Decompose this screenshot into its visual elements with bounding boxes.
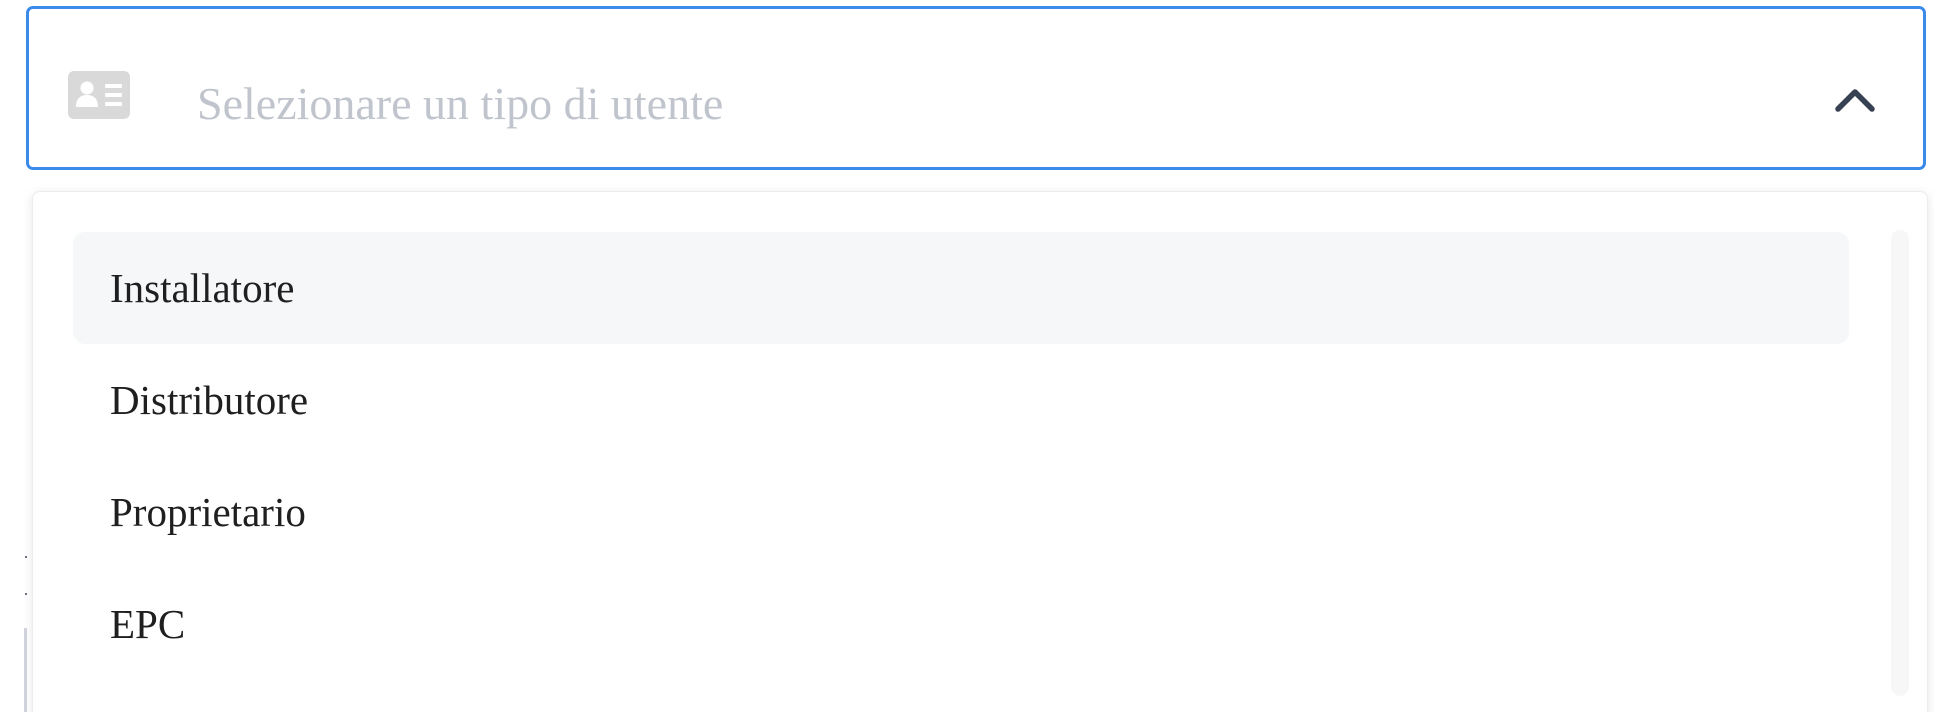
id-card-icon (68, 71, 130, 119)
user-type-select[interactable]: Selezionare un tipo di utente (26, 6, 1926, 170)
background-edge-line (24, 628, 27, 712)
option-distributore[interactable]: Distributore (73, 344, 1849, 456)
option-label: Distributore (110, 377, 309, 423)
option-proprietario[interactable]: Proprietario (73, 456, 1849, 568)
dropdown-menu: Installatore Distributore Proprietario E… (32, 191, 1928, 712)
option-epc[interactable]: EPC (73, 568, 1849, 680)
dropdown-scrollbar[interactable] (1891, 230, 1909, 696)
chevron-up-icon[interactable] (1833, 85, 1877, 113)
options-list: Installatore Distributore Proprietario E… (73, 232, 1849, 680)
option-label: Installatore (110, 265, 295, 311)
background-tick (25, 593, 27, 595)
page: Selezionare un tipo di utente Installato… (0, 0, 1934, 712)
background-tick (25, 556, 27, 558)
option-label: Proprietario (110, 489, 306, 535)
option-label: EPC (110, 601, 186, 647)
select-placeholder: Selezionare un tipo di utente (197, 78, 724, 129)
option-installatore[interactable]: Installatore (73, 232, 1849, 344)
